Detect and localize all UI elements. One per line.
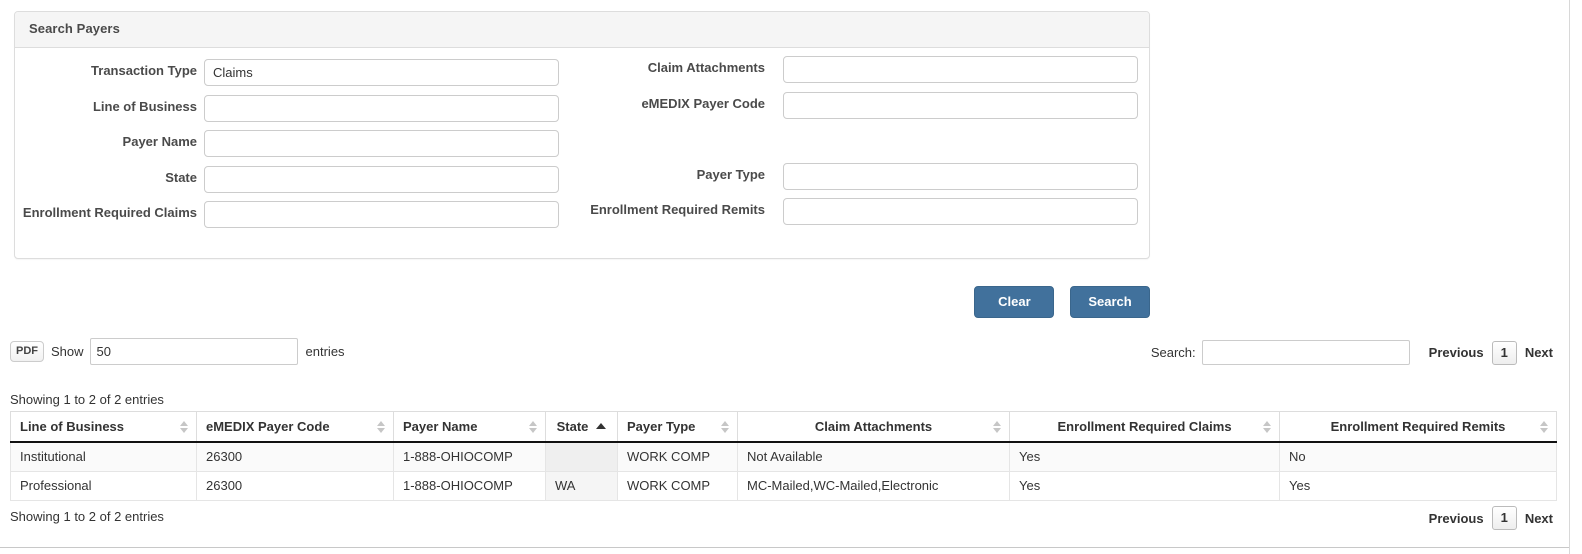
payers-results-table: Line of Business eMEDIX Payer Code Payer…	[10, 411, 1557, 501]
sort-indicator-icon	[721, 420, 730, 434]
line-of-business-input[interactable]	[204, 95, 559, 122]
cell-line-of-business: Institutional	[10, 442, 197, 472]
column-label: eMEDIX Payer Code	[206, 419, 330, 434]
next-page-button-bottom[interactable]: Next	[1520, 511, 1558, 526]
sort-ascending-icon	[596, 423, 607, 429]
column-label: Payer Name	[403, 419, 478, 434]
next-page-button-top[interactable]: Next	[1520, 345, 1558, 360]
panel-header: Search Payers	[15, 12, 1149, 48]
label-transaction-type: Transaction Type	[91, 63, 197, 78]
cell-state	[545, 442, 618, 472]
search-payers-panel: Search Payers Transaction Type Line of B…	[14, 11, 1150, 259]
page-number-1-bottom[interactable]: 1	[1491, 506, 1517, 530]
transaction-type-input[interactable]	[204, 59, 559, 86]
cell-payer-name: 1-888-OHIOCOMP	[393, 471, 546, 501]
cell-payer-name: 1-888-OHIOCOMP	[393, 442, 546, 472]
clear-button[interactable]: Clear	[974, 286, 1055, 318]
sort-indicator-icon	[1540, 420, 1549, 434]
label-enrollment-required-claims: Enrollment Required Claims	[22, 205, 197, 220]
label-enrollment-required-remits: Enrollment Required Remits	[590, 202, 765, 217]
label-payer-name: Payer Name	[122, 134, 197, 149]
cell-claim-attachments: MC-Mailed,WC-Mailed,Electronic	[737, 471, 1010, 501]
label-emedix-payer-code: eMEDIX Payer Code	[641, 96, 765, 111]
datatable-footer: Showing 1 to 2 of 2 entries Previous 1 N…	[10, 506, 1558, 536]
column-label: Enrollment Required Claims	[1057, 419, 1232, 434]
payer-type-input[interactable]	[783, 163, 1138, 190]
cell-line-of-business: Professional	[10, 471, 197, 501]
page-number-1-top[interactable]: 1	[1491, 340, 1517, 365]
cell-emedix-payer-code: 26300	[196, 471, 394, 501]
column-header-enrollment-required-remits[interactable]: Enrollment Required Remits	[1279, 411, 1557, 443]
cell-enrollment-required-claims: Yes	[1009, 471, 1280, 501]
column-label: Payer Type	[627, 419, 696, 434]
label-line-of-business: Line of Business	[92, 99, 197, 114]
sort-indicator-icon	[1263, 420, 1272, 434]
column-header-line-of-business[interactable]: Line of Business	[10, 411, 197, 443]
column-header-payer-name[interactable]: Payer Name	[393, 411, 546, 443]
column-header-claim-attachments[interactable]: Claim Attachments	[737, 411, 1010, 443]
label-state: State	[165, 170, 197, 185]
page-title: Search Payers	[29, 21, 120, 36]
sort-indicator-icon	[993, 420, 1002, 434]
pagination-bottom: Previous 1 Next	[1424, 506, 1558, 530]
datatable-filter-control: Search: Previous 1 Next	[1151, 340, 1558, 365]
cell-enrollment-required-remits: Yes	[1279, 471, 1557, 501]
previous-page-button-top[interactable]: Previous	[1424, 345, 1489, 360]
search-label: Search:	[1150, 345, 1196, 360]
show-label: Show	[51, 344, 84, 359]
cell-state: WA	[545, 471, 618, 501]
table-row[interactable]: Professional 26300 1-888-OHIOCOMP WA WOR…	[10, 471, 1557, 501]
cell-enrollment-required-claims: Yes	[1009, 442, 1280, 472]
column-label: State	[556, 419, 589, 434]
payer-name-input[interactable]	[204, 130, 559, 157]
emedix-payer-code-input[interactable]	[783, 92, 1138, 119]
label-payer-type: Payer Type	[696, 167, 765, 182]
entries-length-input[interactable]	[89, 338, 298, 365]
panel-body: Transaction Type Line of Business Payer …	[15, 48, 1149, 258]
datatable-info-bottom: Showing 1 to 2 of 2 entries	[10, 509, 164, 524]
cell-claim-attachments: Not Available	[737, 442, 1010, 472]
cell-enrollment-required-remits: No	[1279, 442, 1557, 472]
form-actions: Clear Search	[0, 286, 1150, 318]
table-header-row: Line of Business eMEDIX Payer Code Payer…	[10, 411, 1557, 443]
state-input[interactable]	[204, 166, 559, 193]
sort-indicator-icon	[180, 420, 189, 434]
column-header-payer-type[interactable]: Payer Type	[617, 411, 738, 443]
datatable-toolbar: PDF Show entries Search: Previous 1 Next	[10, 338, 1558, 376]
table-row[interactable]: Institutional 26300 1-888-OHIOCOMP WORK …	[10, 442, 1557, 472]
column-header-state[interactable]: State	[545, 411, 618, 443]
datatable-length-control: PDF Show entries	[10, 338, 345, 365]
search-button[interactable]: Search	[1070, 286, 1150, 318]
column-header-emedix-payer-code[interactable]: eMEDIX Payer Code	[196, 411, 394, 443]
entries-label: entries	[305, 344, 345, 359]
column-label: Line of Business	[20, 419, 125, 434]
cell-payer-type: WORK COMP	[617, 471, 738, 501]
sort-indicator-icon	[529, 420, 538, 434]
page-container: Search Payers Transaction Type Line of B…	[0, 0, 1570, 548]
datatable-info-top: Showing 1 to 2 of 2 entries	[10, 392, 164, 407]
enrollment-required-claims-input[interactable]	[204, 201, 559, 228]
cell-emedix-payer-code: 26300	[196, 442, 394, 472]
claim-attachments-input[interactable]	[783, 56, 1138, 83]
enrollment-required-remits-input[interactable]	[783, 198, 1138, 225]
table-search-input[interactable]	[1201, 340, 1410, 365]
label-claim-attachments: Claim Attachments	[647, 60, 765, 75]
sort-indicator-icon	[377, 420, 386, 434]
previous-page-button-bottom[interactable]: Previous	[1424, 511, 1489, 526]
cell-payer-type: WORK COMP	[617, 442, 738, 472]
column-label: Claim Attachments	[814, 419, 933, 434]
column-header-enrollment-required-claims[interactable]: Enrollment Required Claims	[1009, 411, 1280, 443]
export-pdf-button[interactable]: PDF	[10, 341, 44, 362]
column-label: Enrollment Required Remits	[1330, 419, 1506, 434]
page-scrollbar-gutter[interactable]	[1569, 0, 1582, 554]
pagination-top: Previous 1 Next	[1424, 340, 1558, 365]
